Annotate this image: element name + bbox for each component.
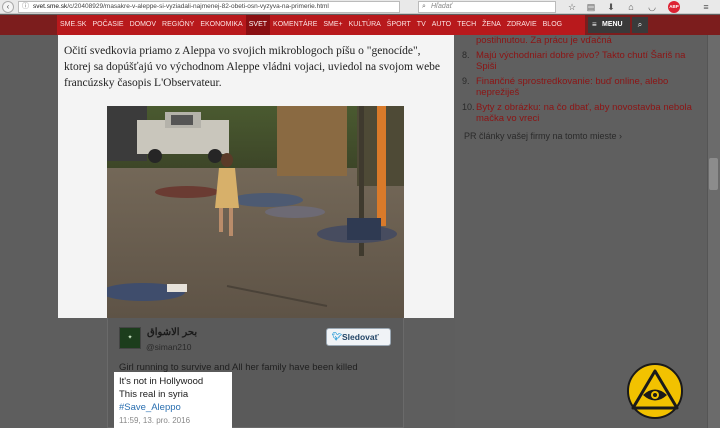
list-item-number: 10. bbox=[462, 102, 475, 112]
nav-item-zdravie[interactable]: ZDRAVIE bbox=[504, 15, 540, 35]
lock-icon: ⓘ bbox=[22, 3, 29, 10]
tweet-text-line2: It's not in Hollywood bbox=[119, 376, 204, 387]
nav-item-sme+[interactable]: SME+ bbox=[320, 15, 345, 35]
scrollbar[interactable] bbox=[707, 35, 720, 428]
address-bar[interactable]: ⓘ svet.sme.sk/c/20408929/masakre-v-aleppe… bbox=[18, 1, 400, 13]
photo-girl-running bbox=[107, 106, 404, 318]
nav-item-tech[interactable]: TECH bbox=[454, 15, 479, 35]
nav-item-regióny[interactable]: REGIÓNY bbox=[159, 15, 197, 35]
article-photo bbox=[107, 106, 404, 318]
browser-toolbar: ‹ ⓘ svet.sme.sk/c/20408929/masakre-v-alep… bbox=[0, 0, 720, 14]
nav-item-počasie[interactable]: POČASIE bbox=[89, 15, 126, 35]
menu-label: MENU bbox=[602, 21, 623, 28]
list-item-link[interactable]: Finančné sprostredkovanie: buď online, a… bbox=[476, 76, 668, 98]
download-icon[interactable]: ⬇ bbox=[605, 1, 617, 13]
home-icon[interactable]: ⌂ bbox=[625, 1, 637, 13]
most-read-list: postihnutou. Za prácu je vďačná 8. Majú vý… bbox=[462, 35, 707, 128]
back-icon[interactable]: ‹ bbox=[2, 1, 14, 13]
list-item-link[interactable]: Byty z obrázku: na čo dbať, aby novostav… bbox=[476, 102, 692, 124]
list-item-number: 8. bbox=[462, 50, 470, 60]
pr-link[interactable]: PR články vašej firmy na tomto mieste › bbox=[464, 131, 622, 141]
url-host: svet.sme.sk bbox=[33, 3, 68, 10]
menu-button[interactable]: ≡ MENU bbox=[588, 17, 630, 33]
eye-triangle-icon bbox=[627, 363, 683, 419]
nav-item-auto[interactable]: AUTO bbox=[429, 15, 454, 35]
nav-item-blog[interactable]: BLOG bbox=[540, 15, 565, 35]
nav-item-komentáre[interactable]: KOMENTÁRE bbox=[270, 15, 320, 35]
browser-search-input[interactable]: ⌕ Hľadať bbox=[418, 1, 556, 13]
follow-button[interactable]: 🐦︎ Sledovať bbox=[326, 328, 391, 346]
tweet-timestamp[interactable]: 11:59, 13. pro. 2016 bbox=[119, 416, 190, 425]
nav-item-ekonomika[interactable]: EKONOMIKA bbox=[197, 15, 245, 35]
tweet-text-line3: This real in syria bbox=[119, 389, 189, 400]
nav-item-svet[interactable]: SVET bbox=[245, 15, 271, 35]
list-item-link[interactable]: postihnutou. Za prácu je vďačná bbox=[476, 35, 612, 46]
adblock-icon[interactable]: ABP bbox=[668, 1, 680, 13]
search-icon: ⌕ bbox=[422, 3, 426, 10]
list-item[interactable]: 8. Majú východniari dobré pivo? Takto chu… bbox=[462, 50, 707, 72]
tweet-author-name[interactable]: بحر الاشواق bbox=[147, 327, 197, 338]
nav-item-sme-sk[interactable]: SME.SK bbox=[57, 15, 89, 35]
tweet-author-handle[interactable]: @siman210 bbox=[146, 342, 191, 352]
search-placeholder: Hľadať bbox=[431, 3, 453, 10]
list-item[interactable]: 10. Byty z obrázku: na čo dbať, aby novos… bbox=[462, 102, 707, 124]
eye-triangle-badge bbox=[626, 362, 684, 420]
tweet-avatar[interactable]: ✦ bbox=[119, 327, 141, 349]
search-icon: ⌕ bbox=[637, 20, 643, 29]
site-search-button[interactable]: ⌕ bbox=[632, 17, 648, 33]
nav-item-šport[interactable]: ŠPORT bbox=[384, 15, 414, 35]
screenshot: ‹ ⓘ svet.sme.sk/c/20408929/masakre-v-alep… bbox=[0, 0, 720, 428]
article-paragraph: Očití svedkovia priamo z Aleppa vo svoji… bbox=[64, 45, 441, 89]
list-item-number: 9. bbox=[462, 76, 470, 86]
list-item[interactable]: postihnutou. Za prácu je vďačná bbox=[462, 35, 707, 46]
nav-item-domov[interactable]: DOMOV bbox=[127, 15, 159, 35]
site-navigation: SME.SK POČASIE DOMOV REGIÓNY EKONOMIKA SVET KO… bbox=[0, 15, 720, 35]
url-path: /c/20408929/masakre-v-aleppe-si-vyziadal… bbox=[67, 3, 329, 10]
nav-item-kultúra[interactable]: KULTÚRA bbox=[346, 15, 384, 35]
section-nav: SME.SK POČASIE DOMOV REGIÓNY EKONOMIKA SVET KO… bbox=[57, 15, 585, 35]
nav-item-tv[interactable]: TV bbox=[414, 15, 429, 35]
nav-item-žena[interactable]: ŽENA bbox=[479, 15, 504, 35]
follow-label: Sledovať bbox=[342, 332, 379, 342]
menu-bars-icon: ≡ bbox=[592, 20, 597, 29]
scrollbar-thumb[interactable] bbox=[709, 158, 718, 190]
tweet-hashtag[interactable]: #Save_Aleppo bbox=[119, 402, 181, 414]
twitter-bird-icon: 🐦︎ bbox=[332, 332, 343, 341]
star-icon[interactable]: ☆ bbox=[566, 1, 578, 13]
list-item[interactable]: 9. Finančné sprostredkovanie: buď online,… bbox=[462, 76, 707, 98]
reading-list-icon[interactable]: ▤ bbox=[585, 1, 597, 13]
list-item-link[interactable]: Majú východniari dobré pivo? Takto chutí… bbox=[476, 50, 685, 72]
pocket-icon[interactable]: ◡ bbox=[646, 1, 658, 13]
hamburger-menu-icon[interactable]: ≡ bbox=[700, 1, 712, 13]
